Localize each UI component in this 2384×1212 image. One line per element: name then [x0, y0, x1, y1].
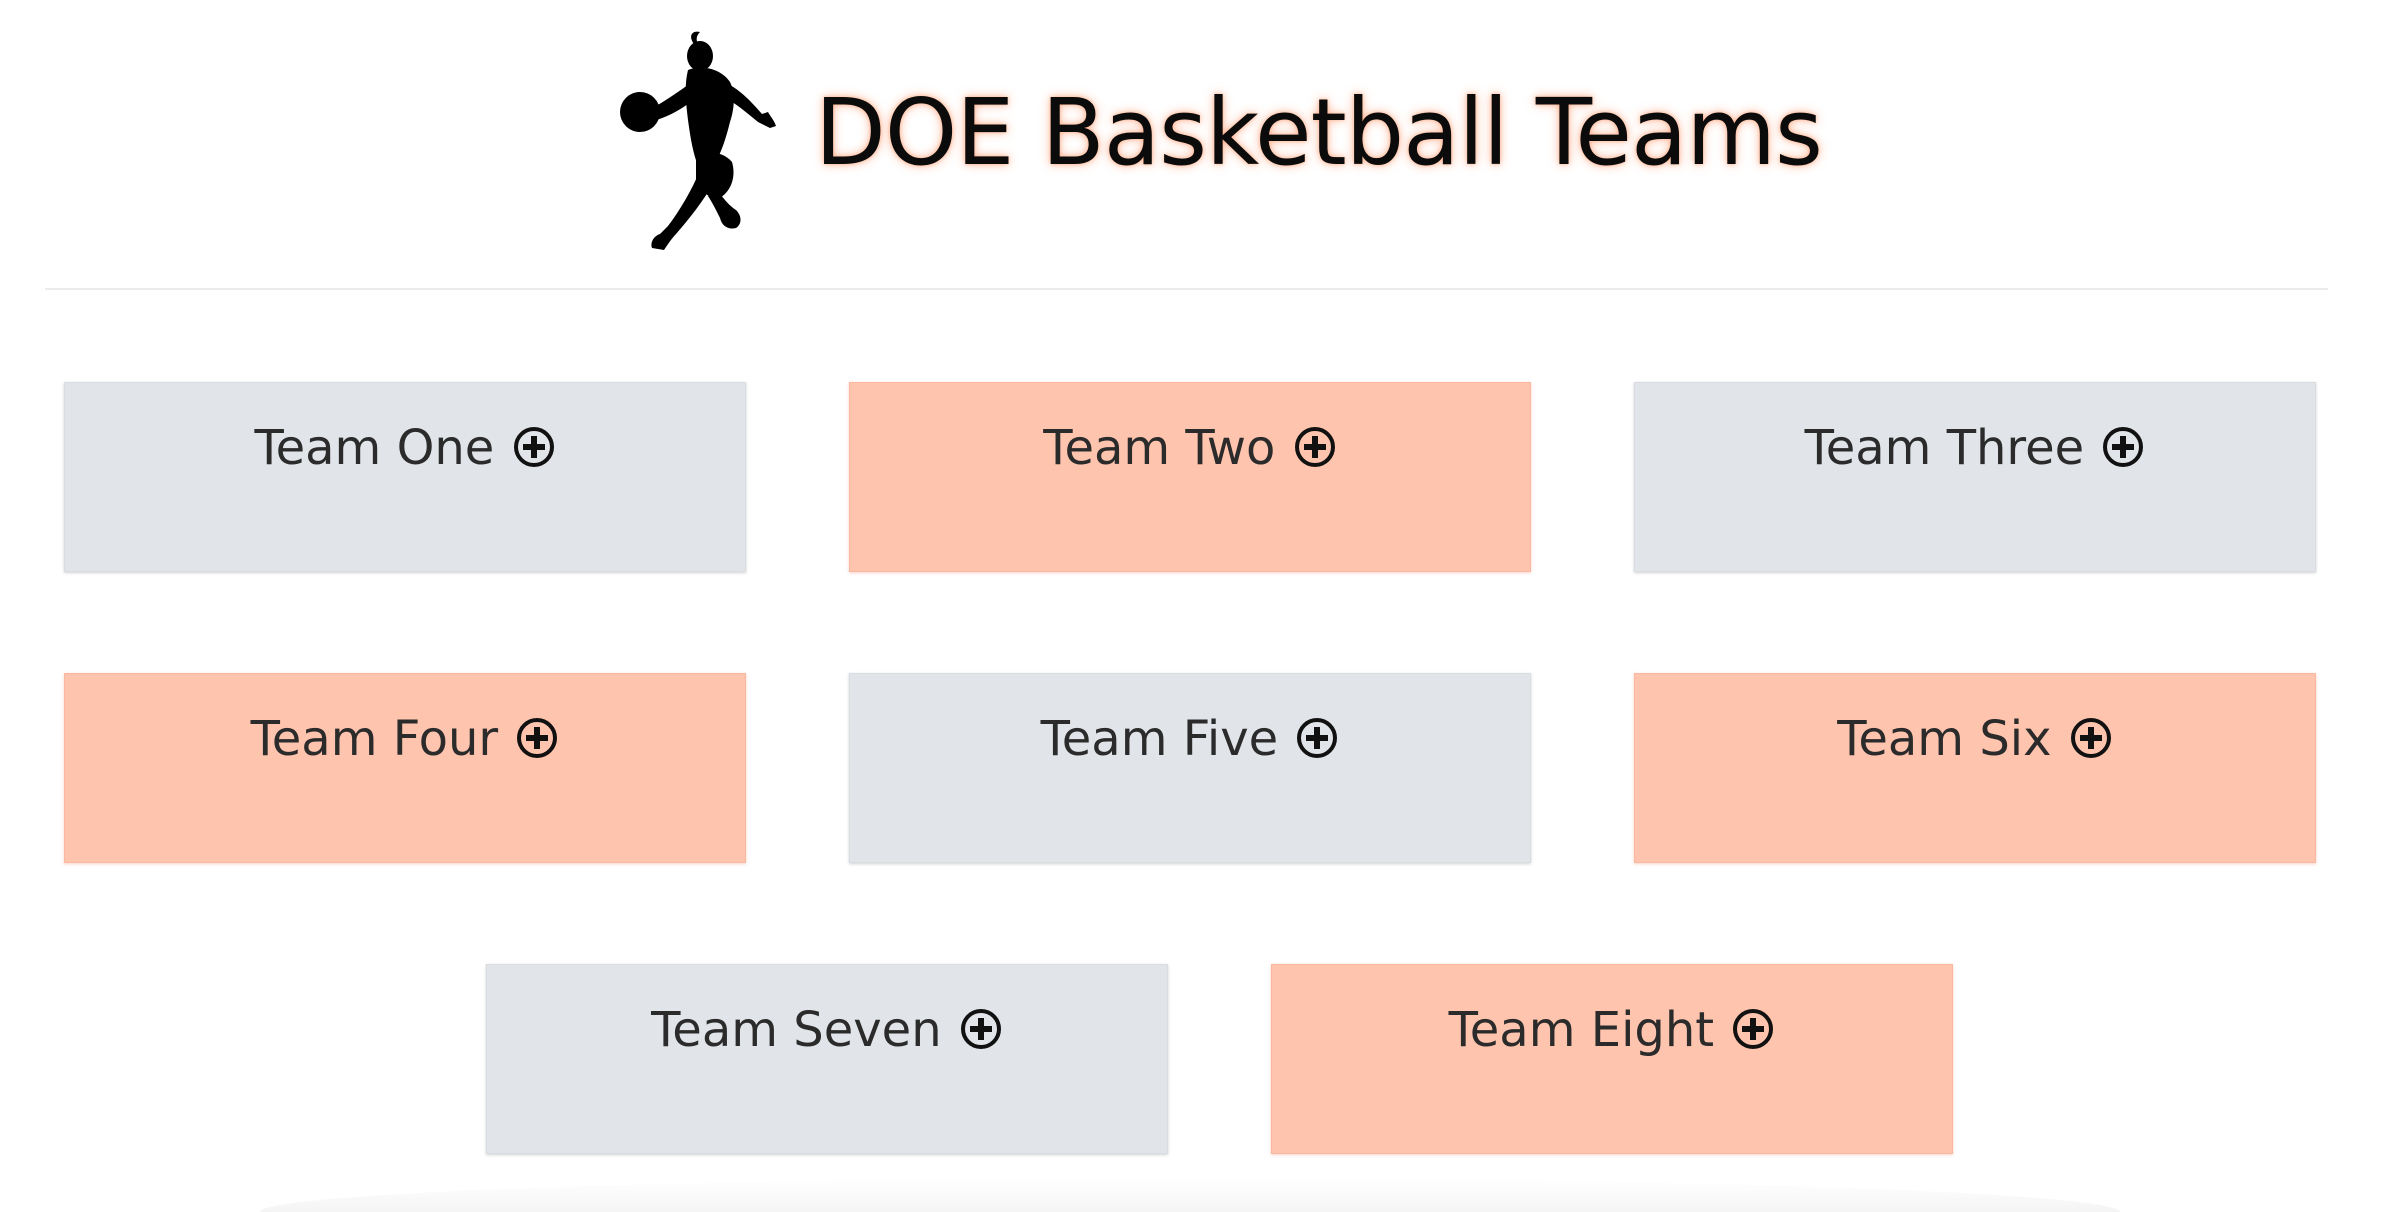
- team-card-one[interactable]: Team One: [64, 382, 746, 572]
- team-card-label: Team Eight: [1271, 1000, 1953, 1060]
- plus-circle-icon[interactable]: [2101, 425, 2145, 469]
- team-name: Team One: [254, 420, 495, 476]
- team-name: Team Seven: [651, 1002, 942, 1058]
- team-card-label: Team Three: [1634, 418, 2316, 478]
- team-name: Team Six: [1837, 711, 2052, 767]
- team-card-eight[interactable]: Team Eight: [1271, 964, 1953, 1154]
- plus-circle-icon[interactable]: [1731, 1007, 1775, 1051]
- team-card-label: Team Two: [849, 418, 1531, 478]
- plus-circle-icon[interactable]: [2069, 716, 2113, 760]
- team-card-seven[interactable]: Team Seven: [486, 964, 1168, 1154]
- page-title: DOE Basketball Teams: [815, 79, 1823, 186]
- plus-circle-icon[interactable]: [1295, 716, 1339, 760]
- team-card-three[interactable]: Team Three: [1634, 382, 2316, 572]
- team-card-label: Team One: [64, 418, 746, 478]
- team-card-label: Team Five: [849, 709, 1531, 769]
- team-card-label: Team Seven: [486, 1000, 1168, 1060]
- plus-circle-icon[interactable]: [1293, 425, 1337, 469]
- page-header: DOE Basketball Teams: [0, 0, 2384, 290]
- team-card-label: Team Four: [64, 709, 746, 769]
- team-name: Team Five: [1040, 711, 1279, 767]
- team-card-four[interactable]: Team Four: [64, 673, 746, 863]
- team-name: Team Eight: [1448, 1002, 1715, 1058]
- team-name: Team Three: [1804, 420, 2085, 476]
- team-card-six[interactable]: Team Six: [1634, 673, 2316, 863]
- plus-circle-icon[interactable]: [512, 425, 556, 469]
- team-card-two[interactable]: Team Two: [849, 382, 1531, 572]
- team-name: Team Two: [1043, 420, 1276, 476]
- team-name: Team Four: [250, 711, 499, 767]
- team-card-label: Team Six: [1634, 709, 2316, 769]
- footer-shadow: [260, 1178, 2120, 1212]
- team-card-five[interactable]: Team Five: [849, 673, 1531, 863]
- plus-circle-icon[interactable]: [515, 716, 559, 760]
- basketball-player-silhouette-icon: [620, 31, 776, 250]
- plus-circle-icon[interactable]: [959, 1007, 1003, 1051]
- header-divider: [45, 288, 2328, 290]
